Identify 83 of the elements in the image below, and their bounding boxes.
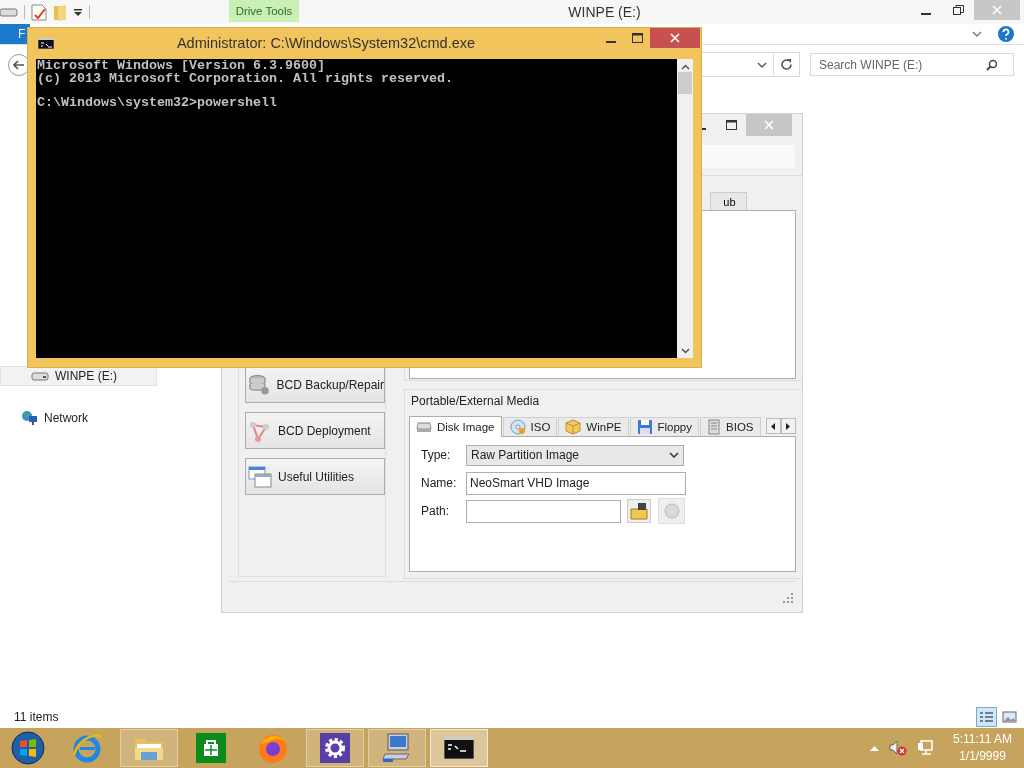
drive-icon[interactable]	[0, 7, 18, 17]
field-label: Path:	[421, 504, 451, 518]
file-tab[interactable]: F	[0, 24, 30, 44]
circle-icon	[663, 503, 680, 519]
side-button[interactable]: BCD Backup/Repair	[245, 366, 385, 403]
refresh-icon	[780, 58, 793, 71]
browse-button[interactable]	[627, 499, 651, 523]
right-arrow-icon	[786, 422, 790, 430]
drive-icon	[31, 371, 49, 381]
media-tab[interactable]: WinPE	[558, 417, 629, 436]
gear-icon	[320, 733, 350, 763]
scroll-left-button[interactable]	[765, 418, 781, 434]
left-arrow-icon	[771, 422, 775, 430]
nav-item-label: Network	[44, 411, 88, 425]
back-button[interactable]	[8, 53, 30, 76]
scroll-up-icon[interactable]	[680, 64, 690, 70]
maximize-icon	[725, 120, 737, 130]
item-count: 11 items	[14, 710, 60, 724]
console-line: C:\Windows\system32>powershell	[37, 97, 278, 110]
minimize-icon	[921, 12, 931, 15]
network-icon[interactable]	[917, 740, 934, 756]
media-tab[interactable]: ISO	[502, 417, 558, 436]
field-label: Type:	[421, 448, 452, 462]
properties-icon[interactable]	[31, 3, 47, 21]
scroll-thumb[interactable]	[678, 72, 692, 94]
nav-item[interactable]: WINPE (E:)	[0, 366, 157, 386]
expand-ribbon-icon[interactable]	[972, 31, 982, 37]
browser-icon	[71, 733, 103, 763]
thumbnail-icon	[1002, 711, 1017, 723]
tab[interactable]: ub	[709, 192, 747, 210]
clock-time: 5:11:11 AM	[953, 731, 1012, 748]
details-view-button[interactable]	[976, 707, 997, 727]
taskbar-button[interactable]	[306, 729, 364, 767]
windows-stack-icon	[248, 464, 272, 489]
media-tab[interactable]: BIOS	[700, 417, 761, 436]
chevron-down-icon	[757, 61, 767, 68]
box-icon	[565, 419, 582, 435]
help-icon[interactable]	[998, 26, 1014, 42]
maximize-icon	[631, 33, 643, 43]
shopping-bag-icon	[196, 733, 226, 763]
name-field[interactable]: NeoSmart VHD Image	[466, 471, 686, 495]
media-tab[interactable]: Disk Image	[409, 416, 502, 437]
nav-item[interactable]: Network	[0, 408, 157, 428]
network-globe-icon	[21, 410, 38, 426]
console-line: Microsoft Windows [Version 6.3.9600]	[37, 60, 326, 73]
field-label: Name:	[421, 476, 458, 490]
details-list-icon	[979, 710, 994, 724]
window-title: WINPE (E:)	[567, 4, 642, 20]
show-hidden-icons-icon[interactable]	[870, 745, 880, 751]
fox-globe-icon	[257, 732, 289, 764]
type-dropdown[interactable]: Raw Partition Image	[466, 444, 684, 466]
side-button[interactable]: Useful Utilities	[245, 458, 385, 495]
minimize-icon	[606, 40, 616, 43]
taskbar-button[interactable]	[430, 729, 488, 767]
database-icon	[248, 372, 271, 397]
scrollbar[interactable]	[677, 59, 693, 358]
terminal-icon	[444, 737, 474, 759]
drive-tools-tab[interactable]: Drive Tools	[229, 0, 299, 22]
scroll-down-icon[interactable]	[680, 348, 690, 354]
muted-speaker-icon[interactable]	[889, 740, 908, 756]
side-button[interactable]: BCD Deployment	[245, 412, 385, 449]
folder-binoculars-icon	[630, 502, 648, 520]
terminal-icon	[38, 38, 54, 49]
close-icon	[992, 5, 1002, 15]
window-title: Administrator: C:\Windows\System32\cmd.exe	[175, 34, 477, 51]
chip-icon	[707, 419, 722, 435]
console-line: (c) 2013 Microsoft Corporation. All rights reserved.	[37, 72, 454, 85]
close-icon	[764, 120, 774, 130]
start-orb-icon	[11, 731, 45, 765]
nav-item-label: WINPE (E:)	[55, 369, 117, 383]
chevron-down-icon	[669, 452, 679, 458]
dropdown-icon[interactable]	[73, 8, 83, 16]
restore-icon	[952, 5, 964, 15]
clock-date: 1/1/9999	[959, 748, 1006, 765]
path-field[interactable]	[466, 499, 621, 523]
search-field[interactable]: Search WINPE (E:)	[810, 53, 1014, 76]
group-title: Portable/External Media	[411, 394, 541, 408]
media-tab[interactable]: Floppy	[629, 417, 700, 436]
computer-icon	[381, 732, 413, 764]
search-icon	[986, 59, 998, 71]
resize-grip-icon[interactable]	[783, 593, 793, 603]
close-icon	[670, 33, 680, 43]
back-arrow-icon	[13, 59, 25, 70]
